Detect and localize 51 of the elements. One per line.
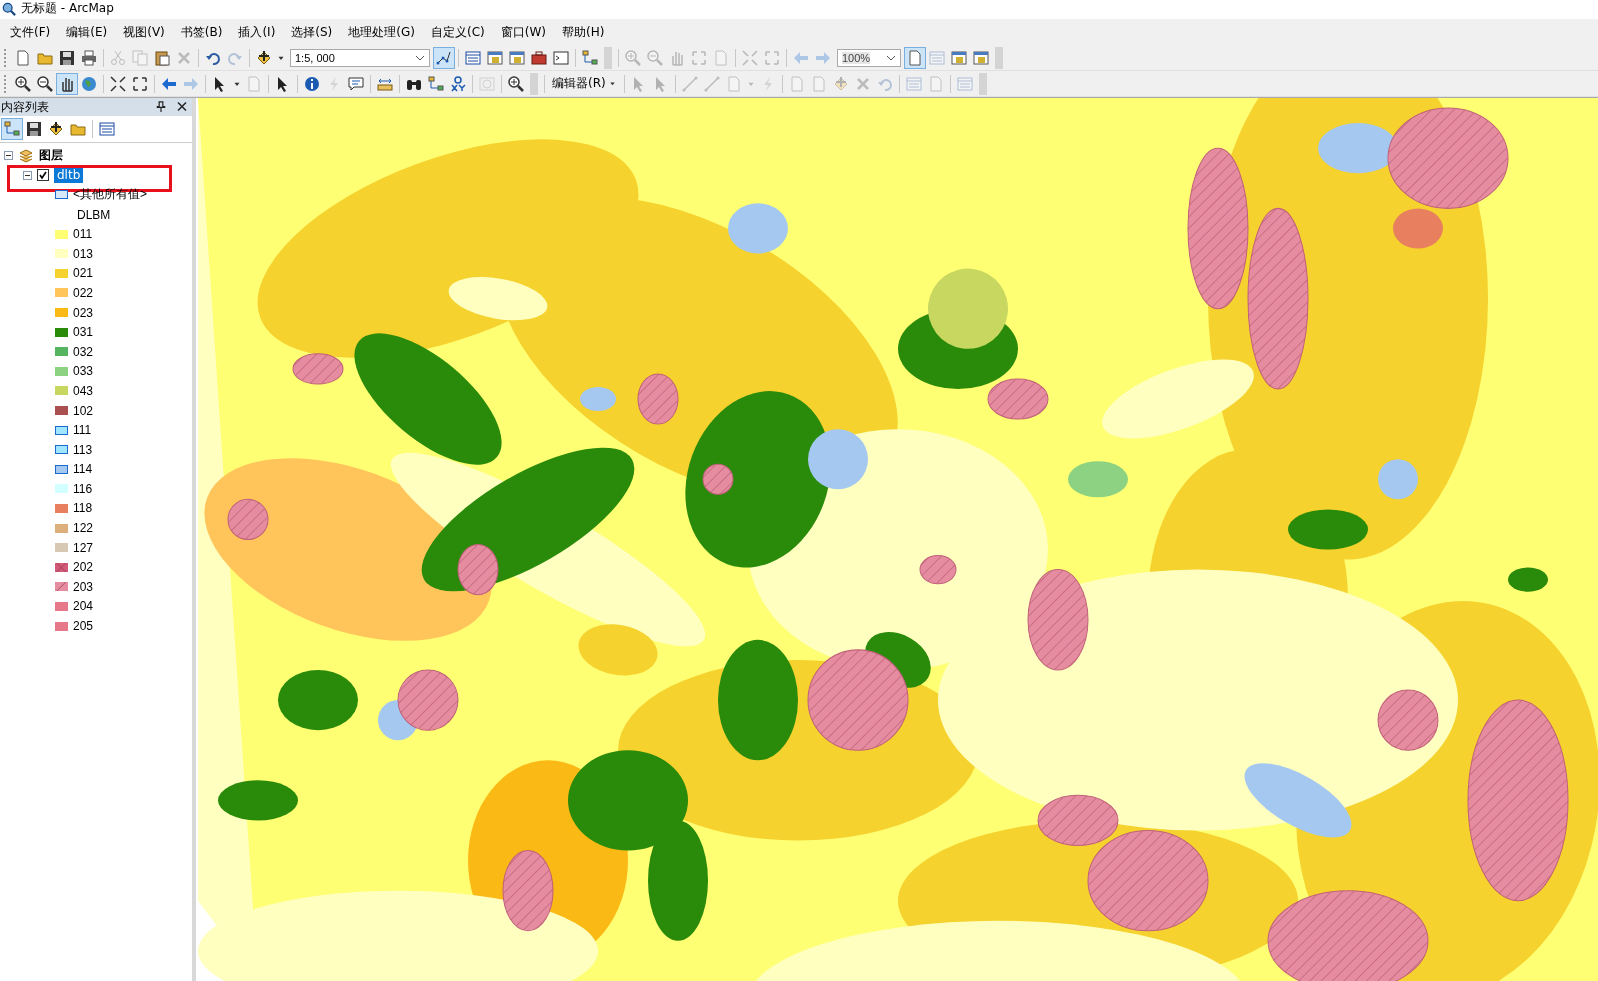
menu-item[interactable]: 帮助(H) xyxy=(553,21,613,43)
collapse-icon[interactable] xyxy=(4,151,13,161)
layer-checkbox[interactable] xyxy=(37,169,49,182)
legend-label: <其他所有值> xyxy=(73,186,147,204)
menu-item[interactable]: 插入(I) xyxy=(230,21,284,43)
menu-item[interactable]: 编辑(E) xyxy=(58,21,116,43)
legend-label: 021 xyxy=(73,266,94,281)
chevron-icon[interactable] xyxy=(415,54,425,61)
window-title: 无标题 - ArcMap xyxy=(21,0,114,17)
legend-label: 023 xyxy=(73,305,94,320)
data-frame-label[interactable]: 图层 xyxy=(39,147,63,165)
legend-label: 204 xyxy=(73,599,94,614)
legend-label: 114 xyxy=(73,462,93,477)
menu-item[interactable]: 文件(F) xyxy=(2,21,59,43)
hand-icon[interactable] xyxy=(56,72,78,95)
editor-menu[interactable]: 编辑器(R) xyxy=(548,72,621,95)
legend-label: 127 xyxy=(73,540,94,555)
panel-title: 内容列表 xyxy=(1,98,50,116)
close-icon[interactable] xyxy=(177,101,188,113)
caret-icon xyxy=(607,79,617,88)
menu-item[interactable]: 书签(B) xyxy=(172,21,231,43)
legend-label: 033 xyxy=(73,364,94,379)
legend-label: 202 xyxy=(73,560,94,575)
menu-item[interactable]: 自定义(C) xyxy=(422,21,493,43)
land-use-map-drawing[interactable] xyxy=(198,98,1598,981)
blank-page-icon[interactable] xyxy=(904,46,926,69)
legend-label: 118 xyxy=(73,501,93,516)
legend-label: 022 xyxy=(73,285,94,300)
legend-label: 031 xyxy=(73,325,94,340)
legend-label: 011 xyxy=(73,227,93,242)
legend-label: 116 xyxy=(73,481,93,496)
collapse-icon[interactable] xyxy=(23,170,32,180)
legend-label: 203 xyxy=(73,579,94,594)
legend-label: 205 xyxy=(73,619,94,634)
layers-stack-icon xyxy=(18,148,34,163)
legend-label: 013 xyxy=(73,246,94,261)
legend-label: 111 xyxy=(73,423,92,438)
legend-label: 043 xyxy=(73,383,94,398)
legend-label: 032 xyxy=(73,344,94,359)
legend-label: 122 xyxy=(73,521,94,536)
field-name: DLBM xyxy=(77,207,111,222)
menu-item[interactable]: 视图(V) xyxy=(115,21,173,43)
scale-field[interactable]: 1:5, 000 xyxy=(290,48,430,67)
legend-label: 113 xyxy=(73,442,93,457)
menu-item[interactable]: 窗口(W) xyxy=(492,21,554,43)
legend-swatch xyxy=(55,190,68,200)
legend-label: 102 xyxy=(73,403,94,418)
menu-item[interactable]: 选择(S) xyxy=(283,21,341,43)
magnifier-globe-icon xyxy=(2,1,16,16)
menu-item[interactable]: 地理处理(G) xyxy=(340,21,423,43)
pin-icon[interactable] xyxy=(156,101,167,113)
